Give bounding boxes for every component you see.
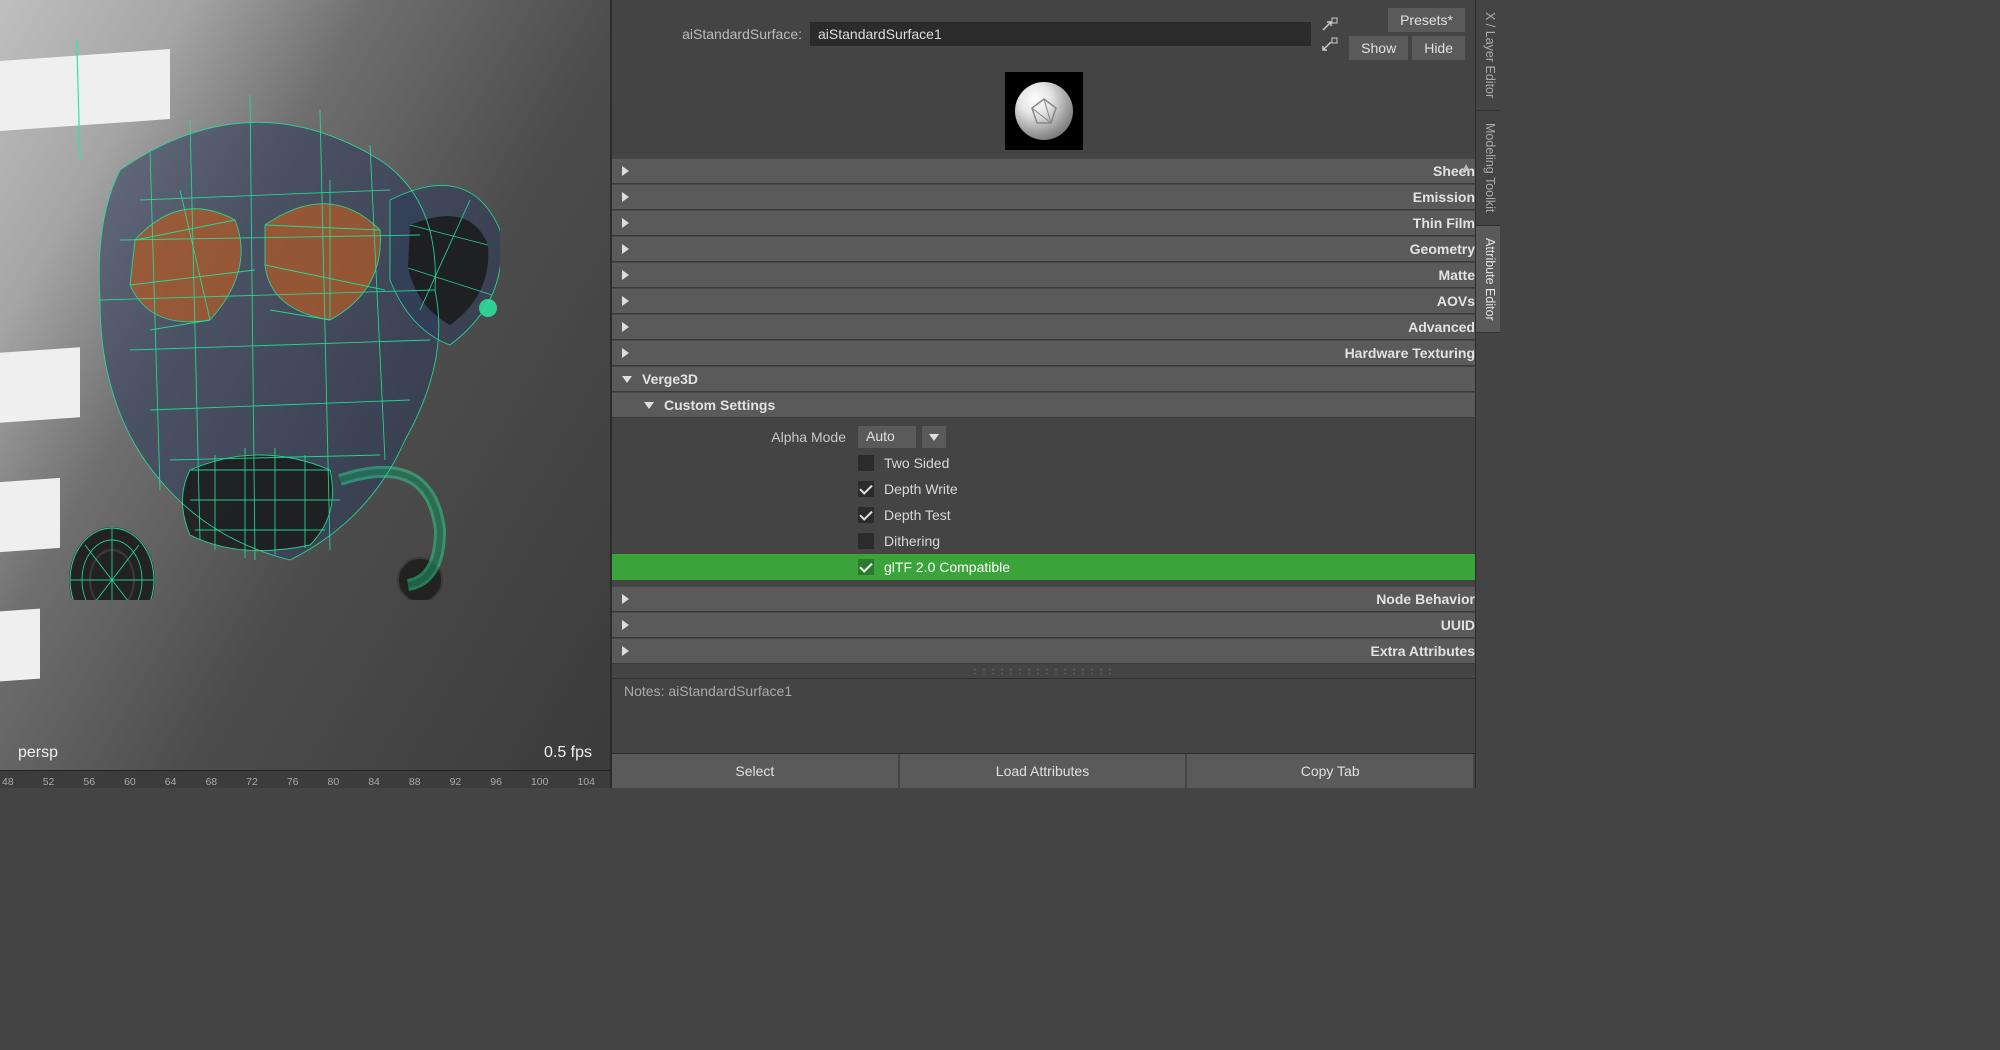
section-label: Verge3D [642, 371, 698, 387]
section-label: Hardware Texturing [1345, 345, 1475, 361]
node-type-label: aiStandardSurface: [622, 26, 802, 42]
section-label: Geometry [1410, 241, 1475, 257]
bottom-buttons: Select Load Attributes Copy Tab [612, 753, 1475, 788]
viewport-panel: persp 0.5 fps 48 52 56 60 64 68 72 76 80… [0, 0, 610, 788]
side-tabs: X / Layer Editor Modeling Toolkit Attrib… [1475, 0, 1500, 788]
section-label: Matte [1438, 267, 1475, 283]
section-matte[interactable]: Matte [612, 262, 1475, 288]
section-label: Extra Attributes [1370, 643, 1475, 659]
field-depth-write[interactable]: Depth Write [612, 476, 1475, 502]
model-wireframe[interactable] [40, 40, 500, 600]
section-label: AOVs [1437, 293, 1475, 309]
alpha-mode-dropdown-icon[interactable] [922, 426, 946, 448]
checkbox-label: Depth Write [884, 481, 958, 497]
section-geometry[interactable]: Geometry [612, 236, 1475, 262]
attr-sections[interactable]: ▲ Sheen Emission Thin Film Geometry Matt… [612, 158, 1475, 753]
tick: 56 [83, 776, 95, 788]
tick: 64 [165, 776, 177, 788]
tick: 100 [531, 776, 549, 788]
tick: 80 [328, 776, 340, 788]
attribute-editor: aiStandardSurface: Presets* Show Hide [610, 0, 1475, 788]
checkbox-icon[interactable] [858, 559, 874, 575]
section-sheen[interactable]: Sheen [612, 158, 1475, 184]
checkbox-label: Two Sided [884, 455, 949, 471]
tick: 72 [246, 776, 258, 788]
section-verge3d[interactable]: Verge3D [612, 366, 1475, 392]
tab-modeling-toolkit[interactable]: Modeling Toolkit [1476, 111, 1500, 225]
light-stripe [0, 609, 40, 682]
section-thin-film[interactable]: Thin Film [612, 210, 1475, 236]
section-label: Emission [1413, 189, 1475, 205]
custom-settings-body: Alpha Mode Auto Two Sided Depth Write De… [612, 418, 1475, 586]
section-custom-settings[interactable]: Custom Settings [612, 392, 1475, 418]
section-node-behavior[interactable]: Node Behavior [612, 586, 1475, 612]
section-emission[interactable]: Emission [612, 184, 1475, 210]
tick: 68 [205, 776, 217, 788]
scroll-up-icon[interactable]: ▲ [1460, 160, 1472, 174]
field-gltf-compatible[interactable]: glTF 2.0 Compatible [612, 554, 1475, 580]
checkbox-icon[interactable] [858, 533, 874, 549]
field-two-sided[interactable]: Two Sided [612, 450, 1475, 476]
copy-tab-button[interactable]: Copy Tab [1187, 754, 1475, 788]
timeline-ruler[interactable]: 48 52 56 60 64 68 72 76 80 84 88 92 96 1… [0, 770, 610, 788]
checkbox-label: glTF 2.0 Compatible [884, 559, 1010, 575]
tick: 104 [577, 776, 595, 788]
tab-attribute-editor[interactable]: Attribute Editor [1476, 226, 1500, 334]
alpha-mode-label: Alpha Mode [612, 429, 852, 445]
select-button[interactable]: Select [612, 754, 900, 788]
resize-grip-icon[interactable]: : : : : : : : : : : : : : : : : [612, 664, 1475, 678]
section-extra-attributes[interactable]: Extra Attributes [612, 638, 1475, 664]
right-panel: aiStandardSurface: Presets* Show Hide [610, 0, 1500, 788]
node-name-field[interactable] [810, 22, 1311, 46]
tab-layer-editor[interactable]: X / Layer Editor [1476, 0, 1500, 111]
tick: 88 [409, 776, 421, 788]
section-aovs[interactable]: AOVs [612, 288, 1475, 314]
checkbox-label: Depth Test [884, 507, 951, 523]
show-button[interactable]: Show [1349, 36, 1408, 60]
field-dithering[interactable]: Dithering [612, 528, 1475, 554]
notes-label: Notes: aiStandardSurface1 [612, 678, 1475, 703]
app-root: persp 0.5 fps 48 52 56 60 64 68 72 76 80… [0, 0, 1500, 788]
checkbox-icon[interactable] [858, 455, 874, 471]
tick: 60 [124, 776, 136, 788]
tick: 48 [2, 776, 14, 788]
hide-button[interactable]: Hide [1412, 36, 1465, 60]
section-label: Thin Film [1413, 215, 1475, 231]
focus-out-icon[interactable] [1319, 35, 1341, 53]
viewport-3d[interactable]: persp 0.5 fps [0, 0, 610, 770]
load-attributes-button[interactable]: Load Attributes [900, 754, 1188, 788]
section-advanced[interactable]: Advanced [612, 314, 1475, 340]
camera-label: persp [18, 744, 58, 762]
checkbox-icon[interactable] [858, 507, 874, 523]
focus-in-icon[interactable] [1319, 15, 1341, 33]
tick: 84 [368, 776, 380, 788]
section-label: Node Behavior [1376, 591, 1475, 607]
fps-label: 0.5 fps [544, 744, 592, 762]
section-uuid[interactable]: UUID [612, 612, 1475, 638]
tick: 92 [450, 776, 462, 788]
field-depth-test[interactable]: Depth Test [612, 502, 1475, 528]
viewport-footer: persp 0.5 fps [0, 744, 610, 762]
focus-icons [1319, 15, 1341, 53]
presets-button[interactable]: Presets* [1388, 8, 1465, 32]
checkbox-icon[interactable] [858, 481, 874, 497]
alpha-mode-select[interactable]: Auto [858, 426, 916, 448]
field-alpha-mode: Alpha Mode Auto [612, 424, 1475, 450]
arnold-logo-icon [1029, 96, 1059, 126]
section-hardware-texturing[interactable]: Hardware Texturing [612, 340, 1475, 366]
checkbox-label: Dithering [884, 533, 940, 549]
material-swatch[interactable] [1005, 72, 1083, 150]
section-label: UUID [1441, 617, 1475, 633]
tick: 96 [490, 776, 502, 788]
tick: 76 [287, 776, 299, 788]
section-label: Advanced [1408, 319, 1475, 335]
attr-header: aiStandardSurface: Presets* Show Hide [612, 0, 1475, 158]
tick: 52 [43, 776, 55, 788]
section-label: Custom Settings [664, 397, 775, 413]
